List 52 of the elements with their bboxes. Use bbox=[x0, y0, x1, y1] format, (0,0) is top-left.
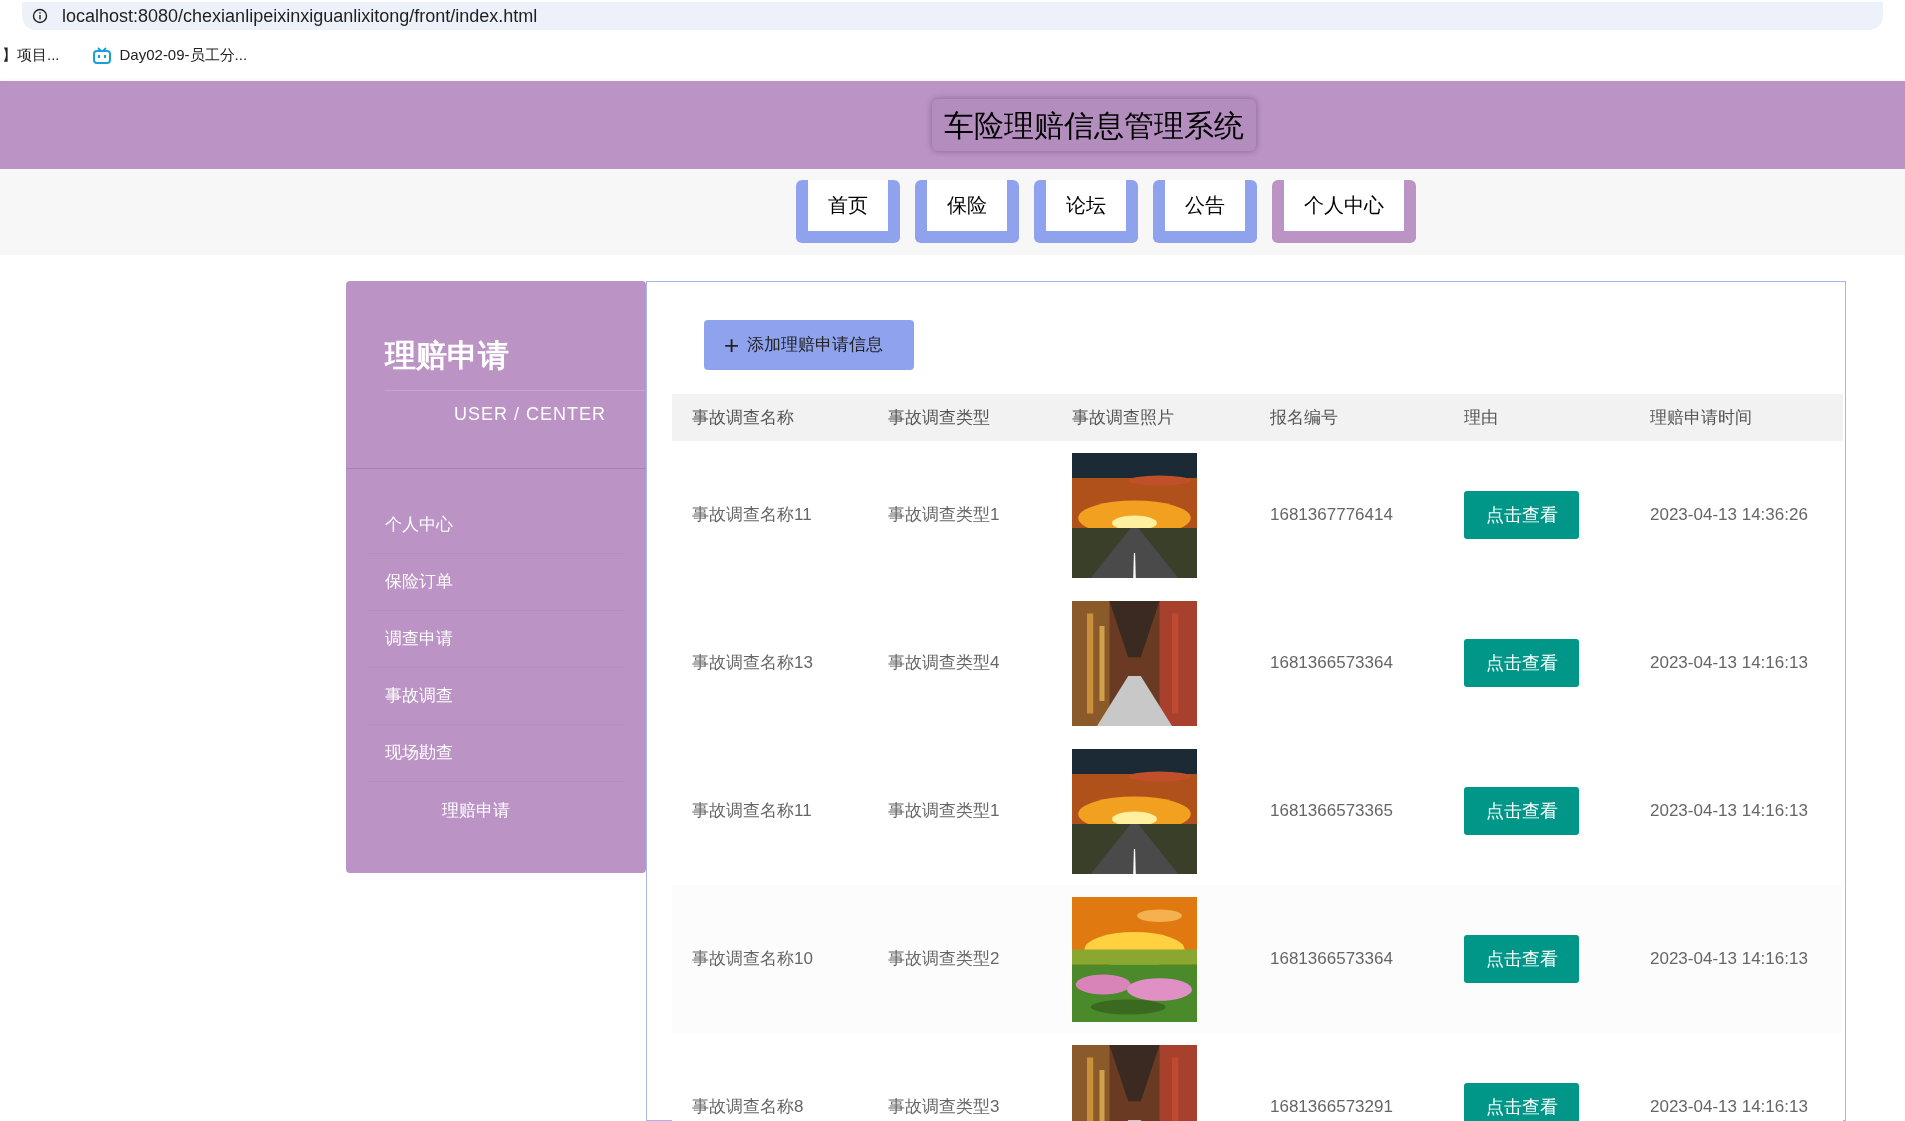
table-cell-text: 事故调查类型1 bbox=[888, 800, 1001, 823]
table-cell-text: 事故调查名称8 bbox=[692, 1096, 805, 1119]
view-button[interactable]: 点击查看 bbox=[1464, 935, 1579, 983]
info-icon[interactable] bbox=[32, 8, 48, 24]
nav-tab[interactable]: 个人中心 bbox=[1271, 180, 1416, 243]
table-cell-text: 事故调查类型1 bbox=[888, 504, 1001, 527]
view-button[interactable]: 点击查看 bbox=[1464, 1083, 1579, 1121]
table-cell-text: 1681366573291 bbox=[1270, 1096, 1394, 1119]
table-cell-text: 事故调查名称10 bbox=[692, 948, 814, 971]
address-bar[interactable]: localhost:8080/chexianlipeixinxiguanlixitong/front/index.html bbox=[22, 2, 1883, 30]
column-header: 理赔申请时间 bbox=[1650, 406, 1753, 429]
sidebar-item[interactable]: 调查申请 bbox=[368, 611, 624, 668]
table-cell-text: 事故调查类型2 bbox=[888, 948, 1001, 971]
column-header: 理由 bbox=[1464, 406, 1499, 429]
sidebar-subtitle: USER / CENTER bbox=[453, 404, 606, 424]
table-cell-text: 事故调查名称11 bbox=[692, 504, 813, 527]
sidebar-item[interactable]: 现场勘查 bbox=[368, 725, 624, 782]
table-cell-text: 2023-04-13 14:16:13 bbox=[1650, 800, 1809, 823]
url-text: localhost:8080/chexianlipeixinxiguanlixitong/front/index.html bbox=[62, 4, 538, 28]
view-button[interactable]: 点击查看 bbox=[1464, 639, 1579, 687]
table-cell-text: 2023-04-13 14:36:26 bbox=[1650, 504, 1809, 527]
table-cell-text: 2023-04-13 14:16:13 bbox=[1650, 1096, 1809, 1119]
sidebar-item[interactable]: 事故调查 bbox=[368, 668, 624, 725]
table-cell-text: 事故调查类型3 bbox=[888, 1096, 1001, 1119]
column-header: 事故调查类型 bbox=[888, 406, 991, 429]
table-cell-text: 2023-04-13 14:16:13 bbox=[1650, 652, 1809, 675]
bookmark[interactable]: Day02-09-员工分... bbox=[91, 44, 248, 67]
sidebar-item[interactable]: 理赔申请 bbox=[368, 782, 624, 839]
nav-tab[interactable]: 公告 bbox=[1152, 180, 1257, 243]
table-cell-text: 事故调查类型4 bbox=[888, 652, 1001, 675]
view-button[interactable]: 点击查看 bbox=[1464, 787, 1579, 835]
column-header: 报名编号 bbox=[1270, 406, 1339, 429]
table-cell-text: 1681366573365 bbox=[1270, 800, 1394, 823]
column-header: 事故调查照片 bbox=[1072, 406, 1175, 429]
nav-tab[interactable]: 论坛 bbox=[1033, 180, 1138, 243]
tv-icon bbox=[91, 45, 112, 66]
sidebar-item[interactable]: 个人中心 bbox=[368, 497, 624, 554]
site-title: 车险理赔信息管理系统 bbox=[931, 99, 1256, 151]
table-cell-text: 事故调查名称11 bbox=[692, 800, 813, 823]
add-button[interactable]: + 添加理赔申请信息 bbox=[704, 320, 914, 370]
table-cell-text: 2023-04-13 14:16:13 bbox=[1650, 948, 1809, 971]
table-cell-text: 1681367776414 bbox=[1270, 504, 1394, 527]
view-button[interactable]: 点击查看 bbox=[1464, 491, 1579, 539]
nav-tab[interactable]: 保险 bbox=[914, 180, 1019, 243]
nav-tab[interactable]: 首页 bbox=[795, 180, 900, 243]
table-cell-text: 1681366573364 bbox=[1270, 652, 1394, 675]
table-cell-text: 事故调查名称13 bbox=[692, 652, 814, 675]
table-cell-text: 1681366573364 bbox=[1270, 948, 1394, 971]
column-header: 事故调查名称 bbox=[692, 406, 795, 429]
bookmark[interactable]: 】项目... bbox=[2, 44, 60, 67]
sidebar-item[interactable]: 保险订单 bbox=[368, 554, 624, 611]
sidebar-title: 理赔申请 bbox=[385, 337, 510, 375]
